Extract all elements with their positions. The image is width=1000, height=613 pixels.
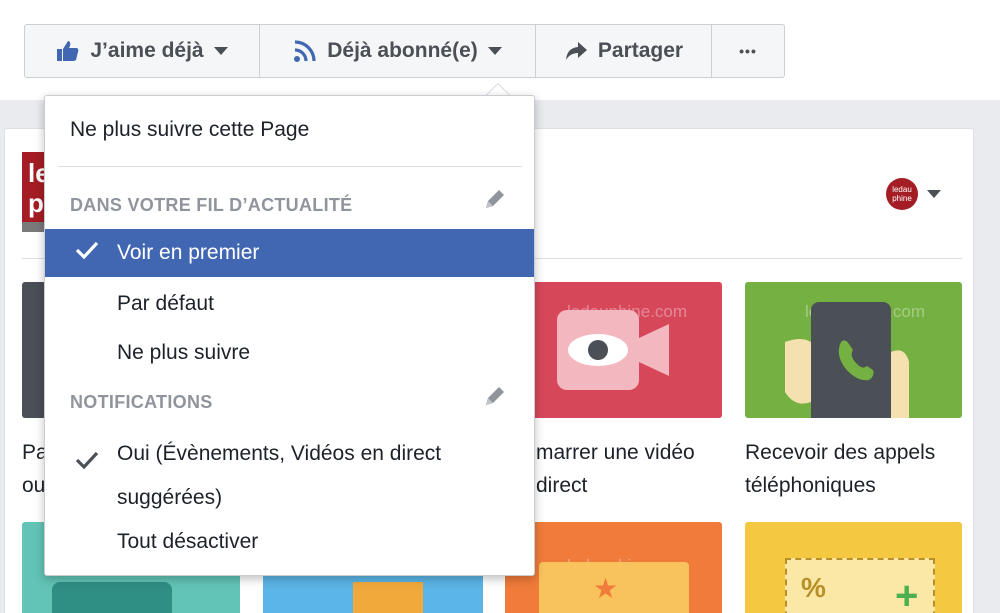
- plus-icon: +: [895, 574, 919, 613]
- feed-option-label: Voir en premier: [117, 241, 260, 264]
- notif-option-label: Tout désactiver: [117, 530, 259, 553]
- checkmark-icon: [75, 442, 99, 486]
- notifications-section-header: NOTIFICATIONS: [70, 392, 213, 412]
- offer-tile[interactable]: ledauphine.com % +: [745, 522, 962, 613]
- chevron-down-icon: [487, 47, 502, 55]
- news-feed-section-header: DANS VOTRE FIL D’ACTUALITÉ: [70, 195, 353, 215]
- tile-caption: marrer une vidéo direct: [536, 441, 695, 497]
- notif-option-label: Oui (Évènements, Vidéos en direct suggér…: [117, 442, 442, 509]
- share-button-label: Partager: [597, 39, 684, 62]
- star-icon: ★: [593, 573, 619, 604]
- chevron-down-icon: [213, 47, 228, 55]
- liked-button-label: J’aime déjà: [90, 39, 204, 62]
- pencil-icon[interactable]: [482, 186, 508, 217]
- following-dropdown-menu: Ne plus suivre cette Page DANS VOTRE FIL…: [44, 95, 535, 576]
- tile-caption: Recevoir des appels téléphoniques: [745, 441, 936, 497]
- feed-option-see-first[interactable]: Voir en premier: [45, 229, 534, 277]
- notif-option-off[interactable]: Tout désactiver: [45, 518, 534, 566]
- notif-option-on[interactable]: Oui (Évènements, Vidéos en direct suggér…: [45, 430, 534, 520]
- avatar[interactable]: ledau phine: [886, 178, 918, 210]
- feed-option-label: Ne plus suivre: [117, 341, 251, 364]
- pencil-icon[interactable]: [482, 383, 508, 414]
- more-options-button[interactable]: •••: [712, 25, 784, 77]
- checkmark-icon: [75, 240, 99, 266]
- feed-option-default[interactable]: Par défaut: [45, 280, 534, 328]
- phone-calls-tile[interactable]: ledauphine.com: [745, 282, 962, 418]
- video-camera-icon: [557, 310, 669, 390]
- percent-icon: %: [801, 572, 826, 603]
- unfollow-page-item[interactable]: Ne plus suivre cette Page: [45, 108, 534, 152]
- following-button-label: Déjà abonné(e): [327, 39, 478, 62]
- page-action-buttons: J’aime déjà Déjà abonné(e) Partager •••: [24, 24, 785, 78]
- divider: [58, 166, 522, 167]
- live-video-tile[interactable]: ledauphine.com: [505, 282, 722, 418]
- feed-option-label: Par défaut: [117, 292, 214, 315]
- share-arrow-icon: [564, 40, 588, 62]
- rss-icon: [293, 39, 317, 63]
- feature-tile[interactable]: [22, 282, 46, 418]
- feed-option-unfollow[interactable]: Ne plus suivre: [45, 329, 534, 377]
- box-icon: [353, 582, 423, 613]
- share-button[interactable]: Partager: [536, 25, 712, 77]
- more-dots-icon: •••: [739, 43, 757, 59]
- liked-button[interactable]: J’aime déjà: [25, 25, 260, 77]
- phone-icon: [785, 302, 909, 418]
- chevron-down-icon[interactable]: [927, 190, 941, 198]
- following-button[interactable]: Déjà abonné(e): [260, 25, 536, 77]
- thumbs-up-icon: [56, 39, 80, 63]
- chat-bubble-icon: [52, 582, 172, 613]
- event-ticket-tile[interactable]: ledauphine.com ★: [505, 522, 722, 613]
